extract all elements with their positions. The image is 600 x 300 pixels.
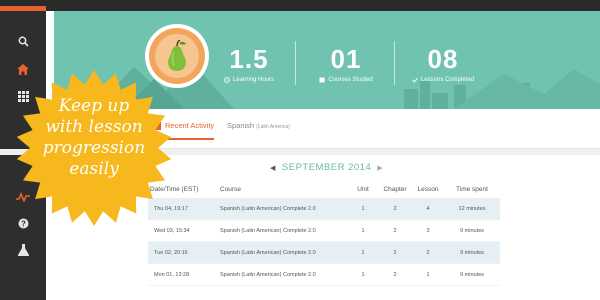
tab-label: Spanish xyxy=(227,121,255,130)
book-icon xyxy=(319,77,325,83)
cell-lesson: 3 xyxy=(426,227,430,234)
stat-courses-studied: 01 Courses Studied xyxy=(306,45,386,83)
stat-label-row: Learning Hours xyxy=(214,77,284,83)
cell-unit: 1 xyxy=(361,249,365,256)
cell-unit: 1 xyxy=(361,205,365,212)
month-title: SEPTEMBER 2014 xyxy=(281,162,372,173)
activity-table: Date/Time (EST) Course Unit Chapter Less… xyxy=(148,180,500,286)
stat-label: Lessons Completed xyxy=(420,77,475,83)
cell-date: Mon 01, 13:28 xyxy=(154,271,190,278)
clock-icon xyxy=(224,77,230,83)
cell-lesson: 2 xyxy=(426,249,430,256)
top-bar xyxy=(0,0,600,11)
cell-lesson: 4 xyxy=(426,205,430,212)
stat-label: Learning Hours xyxy=(232,77,275,83)
stat-divider xyxy=(394,41,395,85)
promo-badge: Keep up with lesson progression easily xyxy=(14,68,174,228)
month-navigator: ◀ SEPTEMBER 2014 ▶ xyxy=(270,162,383,173)
cell-time: 9 minutes xyxy=(460,249,484,256)
flask-icon[interactable] xyxy=(0,238,46,262)
cell-course: Spanish (Latin American) Complete 2.0 xyxy=(220,205,316,212)
cell-course: Spanish (Latin American) Complete 2.0 xyxy=(220,227,316,234)
prev-month-button[interactable]: ◀ xyxy=(270,164,276,172)
stat-label: Courses Studied xyxy=(328,77,373,83)
column-header: Lesson xyxy=(417,185,439,193)
promo-line: with lesson xyxy=(45,117,143,137)
table-row[interactable]: Wed 03, 15:34 Spanish (Latin American) C… xyxy=(148,220,500,242)
cell-course: Spanish (Latin American) Complete 2.0 xyxy=(220,271,316,278)
cell-unit: 1 xyxy=(361,271,365,278)
column-header: Unit xyxy=(357,185,369,193)
cell-time: 9 minutes xyxy=(460,227,484,234)
cell-unit: 1 xyxy=(361,227,365,234)
promo-line: Keep up xyxy=(58,96,130,116)
cell-time: 12 minutes xyxy=(458,205,486,212)
cell-chapter: 2 xyxy=(393,249,397,256)
cell-date: Tue 02, 20:16 xyxy=(154,249,188,256)
stat-lessons-completed: 08 Lessons Completed xyxy=(400,45,486,83)
table-row[interactable]: Tue 02, 20:16 Spanish (Latin American) C… xyxy=(148,242,500,264)
cell-lesson: 1 xyxy=(426,271,430,278)
stat-value: 01 xyxy=(330,44,362,74)
stat-learning-hours: 1.5 Learning Hours xyxy=(214,45,284,83)
table-row[interactable]: Mon 01, 13:28 Spanish (Latin American) C… xyxy=(148,264,500,286)
promo-line: progression xyxy=(42,138,146,158)
cell-course: Spanish (Latin American) Complete 2.0 xyxy=(220,249,316,256)
table-header: Date/Time (EST) Course Unit Chapter Less… xyxy=(148,180,500,198)
search-icon[interactable] xyxy=(0,29,46,53)
cell-chapter: 2 xyxy=(393,227,397,234)
cell-chapter: 2 xyxy=(393,205,397,212)
check-icon xyxy=(412,77,418,83)
stat-divider xyxy=(295,41,296,85)
column-header: Chapter xyxy=(383,185,407,193)
tab-sublabel: (Latin America) xyxy=(256,124,290,130)
stat-label-row: Lessons Completed xyxy=(400,77,486,83)
cell-date: Wed 03, 15:34 xyxy=(154,227,190,234)
tab-spanish[interactable]: Spanish (Latin America) xyxy=(227,121,290,130)
column-header: Time spent xyxy=(456,185,488,193)
next-month-button[interactable]: ▶ xyxy=(377,164,383,172)
promo-text: Keep up with lesson progression easily xyxy=(14,96,174,180)
cell-chapter: 2 xyxy=(393,271,397,278)
column-header: Course xyxy=(220,185,241,193)
cell-time: 9 minutes xyxy=(460,271,484,278)
stat-label-row: Courses Studied xyxy=(306,77,386,83)
promo-line: easily xyxy=(69,159,119,179)
table-row[interactable]: Thu 04, 19:17 Spanish (Latin American) C… xyxy=(148,198,500,220)
stat-value: 1.5 xyxy=(229,44,269,74)
stat-value: 08 xyxy=(427,44,459,74)
